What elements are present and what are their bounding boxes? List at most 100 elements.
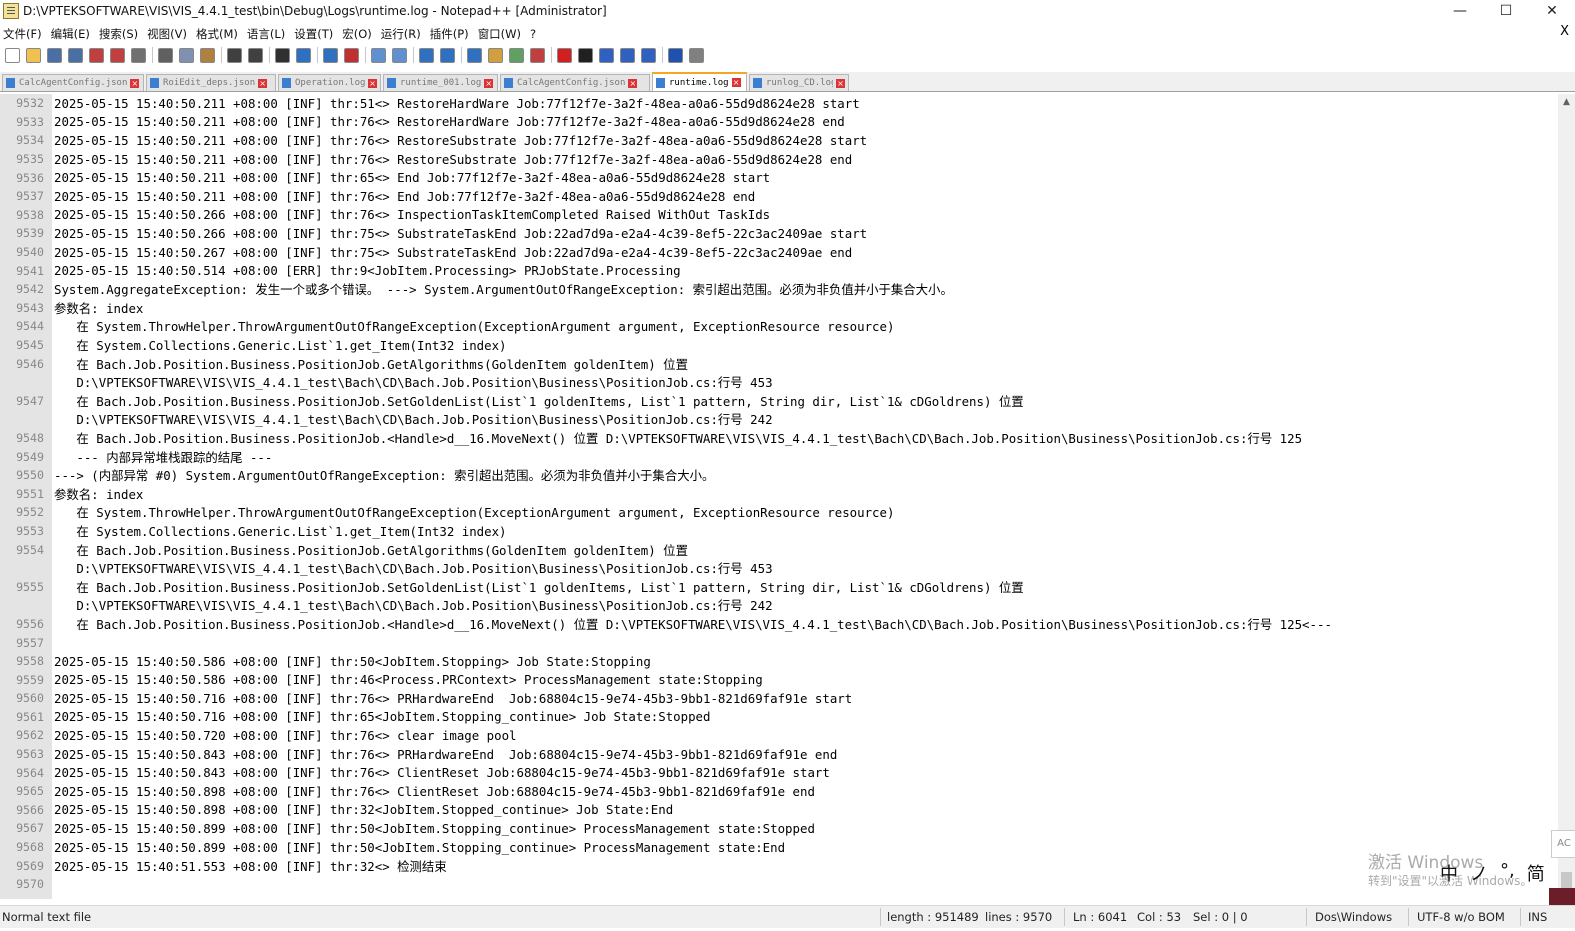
show-all-chars-button[interactable] — [439, 47, 456, 64]
line-text[interactable]: 2025-05-15 15:40:50.211 +08:00 [INF] thr… — [52, 96, 1558, 111]
save-macro-button[interactable] — [640, 47, 657, 64]
print-button[interactable] — [130, 47, 147, 64]
new-file-button[interactable] — [4, 47, 21, 64]
maximize-button[interactable]: ☐ — [1483, 0, 1529, 22]
ime-simplified-mode[interactable]: 简 — [1527, 860, 1545, 886]
line-text[interactable]: 2025-05-15 15:40:50.211 +08:00 [INF] thr… — [52, 189, 1558, 204]
ime-chinese-mode[interactable]: 中 — [1440, 860, 1458, 886]
line-text[interactable]: 2025-05-15 15:40:50.266 +08:00 [INF] thr… — [52, 226, 1558, 241]
line-text[interactable]: 2025-05-15 15:40:50.716 +08:00 [INF] thr… — [52, 691, 1558, 706]
line-text[interactable]: 在 Bach.Job.Position.Business.PositionJob… — [52, 429, 1558, 447]
line-text[interactable]: 2025-05-15 15:40:50.514 +08:00 [ERR] thr… — [52, 263, 1558, 278]
menu-edit[interactable]: 编辑(E) — [48, 26, 96, 42]
play-macro-button[interactable] — [598, 47, 615, 64]
status-eol-format[interactable]: Dos\Windows — [1315, 910, 1392, 924]
line-text[interactable]: 2025-05-15 15:40:50.266 +08:00 [INF] thr… — [52, 207, 1558, 222]
tab-close-icon[interactable]: × — [368, 78, 377, 88]
scroll-up-arrow-icon[interactable]: ▲ — [1558, 94, 1575, 111]
editor-area[interactable]: 9532 2025-05-15 15:40:50.211 +08:00 [INF]… — [0, 94, 1558, 899]
tab-file[interactable]: runtime.log × — [652, 72, 747, 91]
udl-button[interactable] — [487, 47, 504, 64]
tab-close-icon[interactable]: × — [258, 78, 268, 88]
menu-settings[interactable]: 设置(T) — [291, 26, 339, 42]
tab-file[interactable]: CalcAgentConfig.json × — [500, 74, 650, 91]
menu-format[interactable]: 格式(M) — [193, 26, 244, 42]
status-encoding[interactable]: UTF-8 w/o BOM — [1417, 910, 1505, 924]
vertical-scrollbar[interactable]: ▲ — [1558, 94, 1575, 899]
minimize-button[interactable]: — — [1437, 0, 1483, 22]
tab-close-icon[interactable]: × — [731, 78, 741, 87]
menu-plugins[interactable]: 插件(P) — [427, 26, 475, 42]
tab-close-icon[interactable]: × — [484, 78, 494, 88]
line-text[interactable]: 2025-05-15 15:40:50.586 +08:00 [INF] thr… — [52, 654, 1558, 669]
line-text[interactable]: D:\VPTEKSOFTWARE\VIS\VIS_4.4.1_test\Bach… — [52, 559, 1558, 577]
replace-button[interactable] — [295, 47, 312, 64]
tab-file[interactable]: runtime_001.log × — [383, 74, 498, 91]
close-document-button[interactable]: X — [1560, 24, 1569, 39]
line-text[interactable]: 2025-05-15 15:40:50.898 +08:00 [INF] thr… — [52, 802, 1558, 817]
zoom-in-button[interactable] — [322, 47, 339, 64]
line-text[interactable]: ---> (内部异常 #0) System.ArgumentOutOfRange… — [52, 466, 1558, 484]
redo-button[interactable] — [247, 47, 264, 64]
cut-button[interactable] — [157, 47, 174, 64]
line-text[interactable]: 参数名: index — [52, 299, 1558, 317]
line-text[interactable]: 2025-05-15 15:40:50.211 +08:00 [INF] thr… — [52, 170, 1558, 185]
copy-button[interactable] — [178, 47, 195, 64]
stop-macro-button[interactable] — [577, 47, 594, 64]
line-text[interactable]: 2025-05-15 15:40:50.898 +08:00 [INF] thr… — [52, 784, 1558, 799]
ime-punctuation-icon[interactable]: °, — [1500, 860, 1515, 886]
status-insert-mode[interactable]: INS — [1528, 910, 1547, 924]
menu-window[interactable]: 窗口(W) — [475, 26, 527, 42]
line-text[interactable]: D:\VPTEKSOFTWARE\VIS\VIS_4.4.1_test\Bach… — [52, 410, 1558, 428]
sync-vertical-button[interactable] — [370, 47, 387, 64]
menu-macro[interactable]: 宏(O) — [339, 26, 378, 42]
line-text[interactable]: D:\VPTEKSOFTWARE\VIS\VIS_4.4.1_test\Bach… — [52, 373, 1558, 391]
line-text[interactable]: 2025-05-15 15:40:50.716 +08:00 [INF] thr… — [52, 709, 1558, 724]
line-text[interactable]: 2025-05-15 15:40:50.899 +08:00 [INF] thr… — [52, 821, 1558, 836]
close-file-button[interactable] — [88, 47, 105, 64]
line-text[interactable]: 在 Bach.Job.Position.Business.PositionJob… — [52, 578, 1558, 596]
line-text[interactable]: 2025-05-15 15:40:50.586 +08:00 [INF] thr… — [52, 672, 1558, 687]
doc-map-button[interactable] — [508, 47, 525, 64]
function-list-button[interactable] — [529, 47, 546, 64]
line-text[interactable]: 2025-05-15 15:40:50.211 +08:00 [INF] thr… — [52, 114, 1558, 129]
find-button[interactable] — [274, 47, 291, 64]
line-text[interactable]: 2025-05-15 15:40:50.843 +08:00 [INF] thr… — [52, 765, 1558, 780]
tab-close-icon[interactable]: × — [130, 78, 140, 88]
word-wrap-button[interactable] — [418, 47, 435, 64]
line-text[interactable]: D:\VPTEKSOFTWARE\VIS\VIS_4.4.1_test\Bach… — [52, 596, 1558, 614]
line-text[interactable]: 在 System.ThrowHelper.ThrowArgumentOutOfR… — [52, 317, 1558, 335]
line-text[interactable]: 在 Bach.Job.Position.Business.PositionJob… — [52, 615, 1558, 633]
sync-horizontal-button[interactable] — [391, 47, 408, 64]
spellcheck-button[interactable] — [667, 47, 684, 64]
undo-button[interactable] — [226, 47, 243, 64]
line-text[interactable]: 2025-05-15 15:40:50.843 +08:00 [INF] thr… — [52, 747, 1558, 762]
line-text[interactable]: System.AggregateException: 发生一个或多个错误。 --… — [52, 280, 1558, 298]
menu-run[interactable]: 运行(R) — [378, 26, 427, 42]
record-macro-button[interactable] — [556, 47, 573, 64]
indent-guide-button[interactable] — [466, 47, 483, 64]
plugin-button[interactable] — [688, 47, 705, 64]
tab-file[interactable]: RoiEdit_deps.json × — [146, 74, 276, 91]
line-text[interactable]: 参数名: index — [52, 485, 1558, 503]
line-text[interactable]: 在 System.ThrowHelper.ThrowArgumentOutOfR… — [52, 503, 1558, 521]
menu-search[interactable]: 搜索(S) — [96, 26, 144, 42]
line-text[interactable]: 2025-05-15 15:40:50.211 +08:00 [INF] thr… — [52, 133, 1558, 148]
line-text[interactable]: --- 内部异常堆栈跟踪的结尾 --- — [52, 448, 1558, 466]
open-file-button[interactable] — [25, 47, 42, 64]
tab-close-icon[interactable]: × — [628, 78, 638, 88]
tab-file[interactable]: Operation.log × — [278, 74, 381, 91]
line-text[interactable]: 在 System.Collections.Generic.List`1.get_… — [52, 336, 1558, 354]
menu-help[interactable]: ? — [527, 27, 542, 41]
line-text[interactable]: 在 Bach.Job.Position.Business.PositionJob… — [52, 355, 1558, 373]
tab-file[interactable]: runlog_CD.log × — [749, 74, 849, 91]
line-text[interactable]: 2025-05-15 15:40:51.553 +08:00 [INF] thr… — [52, 857, 1558, 875]
menu-file[interactable]: 文件(F) — [0, 26, 48, 42]
save-all-button[interactable] — [67, 47, 84, 64]
ime-halfwidth-icon[interactable]: ノ — [1470, 860, 1488, 886]
line-text[interactable]: 在 Bach.Job.Position.Business.PositionJob… — [52, 541, 1558, 559]
line-text[interactable]: 2025-05-15 15:40:50.720 +08:00 [INF] thr… — [52, 728, 1558, 743]
line-text[interactable]: 2025-05-15 15:40:50.211 +08:00 [INF] thr… — [52, 152, 1558, 167]
line-text[interactable]: 2025-05-15 15:40:50.899 +08:00 [INF] thr… — [52, 840, 1558, 855]
menu-view[interactable]: 视图(V) — [144, 26, 193, 42]
